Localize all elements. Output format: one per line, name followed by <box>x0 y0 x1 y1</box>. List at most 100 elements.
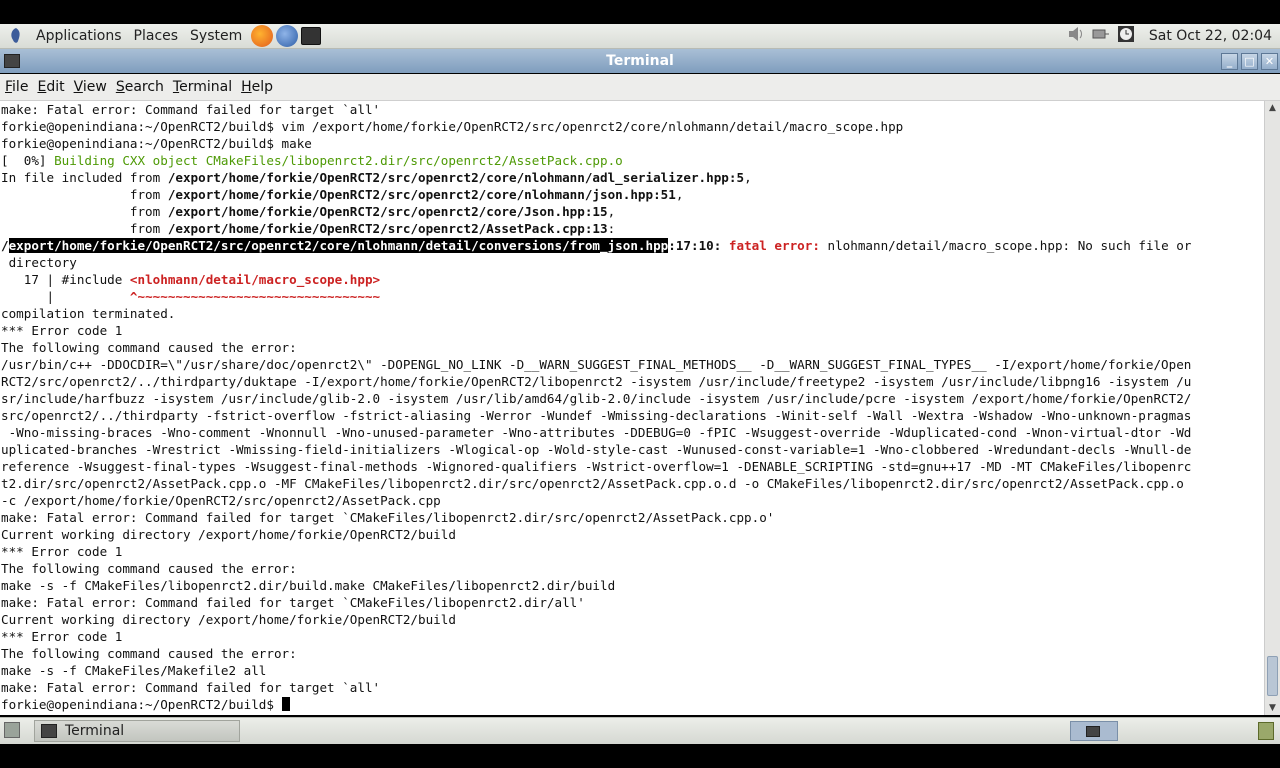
terminal-text: make: Fatal error: Command failed for ta… <box>1 510 775 525</box>
terminal-line: *** Error code 1 <box>0 628 1264 645</box>
menu-file[interactable]: File <box>0 79 32 95</box>
gnome-foot-icon[interactable] <box>6 26 26 46</box>
terminal-line: The following command caused the error: <box>0 339 1264 356</box>
scrollbar[interactable]: ▲ ▼ <box>1264 101 1280 715</box>
terminal-text: *** Error code 1 <box>1 544 123 559</box>
window-titlebar[interactable]: Terminal _ □ ✕ <box>0 49 1280 73</box>
terminal-text: ^~~~~~~~~~~~~~~~~~~~~~~~~~~~~~~~~ <box>129 289 381 304</box>
scrollbar-thumb[interactable] <box>1267 656 1278 696</box>
applications-menu[interactable]: Applications <box>30 28 128 44</box>
terminal-line: forkie@openindiana:~/OpenRCT2/build$ <box>0 696 1264 713</box>
clock[interactable]: Sat Oct 22, 02:04 <box>1149 28 1272 44</box>
menubar: File Edit View Search Terminal Help <box>0 74 1280 101</box>
terminal-line: from /export/home/forkie/OpenRCT2/src/op… <box>0 186 1264 203</box>
terminal-text: Current working directory /export/home/f… <box>1 612 456 627</box>
menu-search[interactable]: Search <box>111 79 168 95</box>
terminal-line: make: Fatal error: Command failed for ta… <box>0 101 1264 118</box>
terminal-text: make: Fatal error: Command failed for ta… <box>1 680 381 695</box>
top-panel: Applications Places System Sat Oct 22, 0… <box>0 24 1280 49</box>
system-menu[interactable]: System <box>184 28 248 44</box>
terminal-text: In file included from <box>1 170 168 185</box>
terminal-text: | <box>1 289 130 304</box>
menu-edit[interactable]: Edit <box>32 79 68 95</box>
terminal-text: *** Error code 1 <box>1 323 123 338</box>
terminal-text: Building CXX object CMakeFiles/libopenrc… <box>54 153 623 168</box>
terminal-text: /usr/bin/c++ -DDOCDIR=\"/usr/share/doc/o… <box>1 357 1192 372</box>
scroll-up-icon[interactable]: ▲ <box>1265 101 1280 115</box>
terminal-text: src/openrct2/../thirdparty -fstrict-over… <box>1 408 1192 423</box>
menu-view[interactable]: View <box>69 79 111 95</box>
window-title: Terminal <box>606 53 674 69</box>
task-label: Terminal <box>65 723 125 739</box>
terminal-text: The following command caused the error: <box>1 340 297 355</box>
menu-help[interactable]: Help <box>236 79 277 95</box>
terminal-text: export/home/forkie/OpenRCT2/src/openrct2… <box>8 238 669 253</box>
terminal-icon <box>41 724 57 738</box>
terminal-line: *** Error code 1 <box>0 543 1264 560</box>
terminal-text: /export/home/forkie/OpenRCT2/src/openrct… <box>167 221 608 236</box>
network-icon[interactable] <box>1091 26 1111 46</box>
bottom-panel: Terminal <box>0 717 1280 744</box>
terminal-text: make: Fatal error: Command failed for ta… <box>1 102 381 117</box>
system-tray: Sat Oct 22, 02:04 <box>1067 25 1280 47</box>
terminal-line: make -s -f CMakeFiles/Makefile2 all <box>0 662 1264 679</box>
text-cursor <box>281 697 290 711</box>
terminal-line: directory <box>0 254 1264 271</box>
terminal-text: reference -Wsuggest-final-types -Wsugges… <box>1 459 1192 474</box>
terminal-text: : <box>607 221 616 236</box>
terminal-line: make -s -f CMakeFiles/libopenrct2.dir/bu… <box>0 577 1264 594</box>
terminal-line: reference -Wsuggest-final-types -Wsugges… <box>0 458 1264 475</box>
terminal-line: src/openrct2/../thirdparty -fstrict-over… <box>0 407 1264 424</box>
terminal-text: uplicated-branches -Wrestrict -Wmissing-… <box>1 442 1192 457</box>
terminal-text: make -s -f CMakeFiles/libopenrct2.dir/bu… <box>1 578 616 593</box>
scroll-down-icon[interactable]: ▼ <box>1265 701 1280 715</box>
terminal-text: RCT2/src/openrct2/../thirdparty/duktape … <box>1 374 1192 389</box>
terminal-text: /export/home/forkie/OpenRCT2/src/openrct… <box>167 204 608 219</box>
terminal-line: forkie@openindiana:~/OpenRCT2/build$ vim… <box>0 118 1264 135</box>
terminal-line: make: Fatal error: Command failed for ta… <box>0 509 1264 526</box>
terminal-output[interactable]: make: Fatal error: Command failed for ta… <box>0 101 1264 715</box>
terminal-text: t2.dir/src/openrct2/AssetPack.cpp.o -MF … <box>1 476 1184 491</box>
workspace-window-icon <box>1086 726 1100 737</box>
terminal-text: / <box>1 238 9 253</box>
taskbar-button-terminal[interactable]: Terminal <box>34 720 240 742</box>
terminal-line: Current working directory /export/home/f… <box>0 611 1264 628</box>
terminal-text: fatal error: <box>728 238 828 253</box>
terminal-line: [ 0%] Building CXX object CMakeFiles/lib… <box>0 152 1264 169</box>
clock-applet-icon[interactable] <box>1117 25 1135 47</box>
terminal-text: nlohmann/detail/macro_scope.hpp: No such… <box>827 238 1192 253</box>
firefox-icon[interactable] <box>251 25 274 47</box>
terminal-text: *** Error code 1 <box>1 629 123 644</box>
terminal-text: make: Fatal error: Command failed for ta… <box>1 595 585 610</box>
places-menu[interactable]: Places <box>128 28 185 44</box>
terminal-line: sr/include/harfbuzz -isystem /usr/includ… <box>0 390 1264 407</box>
terminal-text: sr/include/harfbuzz -isystem /usr/includ… <box>1 391 1192 406</box>
terminal-text: :17:10: <box>668 238 729 253</box>
terminal-text: /export/home/forkie/OpenRCT2/src/openrct… <box>167 170 745 185</box>
terminal-text: -c /export/home/forkie/OpenRCT2/src/open… <box>1 493 441 508</box>
menu-terminal[interactable]: Terminal <box>168 79 236 95</box>
terminal-text: -Wno-missing-braces -Wno-comment -Wnonnu… <box>1 425 1192 440</box>
thunderbird-icon[interactable] <box>276 25 299 47</box>
terminal-text: from <box>1 187 168 202</box>
workspace-switcher[interactable] <box>1070 721 1118 741</box>
terminal-line: make: Fatal error: Command failed for ta… <box>0 679 1264 696</box>
volume-icon[interactable] <box>1067 26 1085 46</box>
show-desktop-icon[interactable] <box>4 722 20 738</box>
terminal-launcher-icon[interactable] <box>301 27 322 45</box>
terminal-text: Current working directory /export/home/f… <box>1 527 456 542</box>
terminal-text: /export/home/forkie/OpenRCT2/src/openrct… <box>167 187 676 202</box>
terminal-line: Current working directory /export/home/f… <box>0 526 1264 543</box>
terminal-line: RCT2/src/openrct2/../thirdparty/duktape … <box>0 373 1264 390</box>
terminal-text: forkie@openindiana:~/OpenRCT2/build$ vim… <box>1 119 904 134</box>
terminal-line: *** Error code 1 <box>0 322 1264 339</box>
terminal-text: [ 0%] <box>1 153 55 168</box>
terminal-text: , <box>744 170 752 185</box>
terminal-line: The following command caused the error: <box>0 560 1264 577</box>
terminal-line: /usr/bin/c++ -DDOCDIR=\"/usr/share/doc/o… <box>0 356 1264 373</box>
terminal-text: forkie@openindiana:~/OpenRCT2/build$ mak… <box>1 136 312 151</box>
trash-icon[interactable] <box>1258 722 1274 740</box>
terminal-line: In file included from /export/home/forki… <box>0 169 1264 186</box>
terminal-line: -Wno-missing-braces -Wno-comment -Wnonnu… <box>0 424 1264 441</box>
terminal-text: directory <box>1 255 77 270</box>
